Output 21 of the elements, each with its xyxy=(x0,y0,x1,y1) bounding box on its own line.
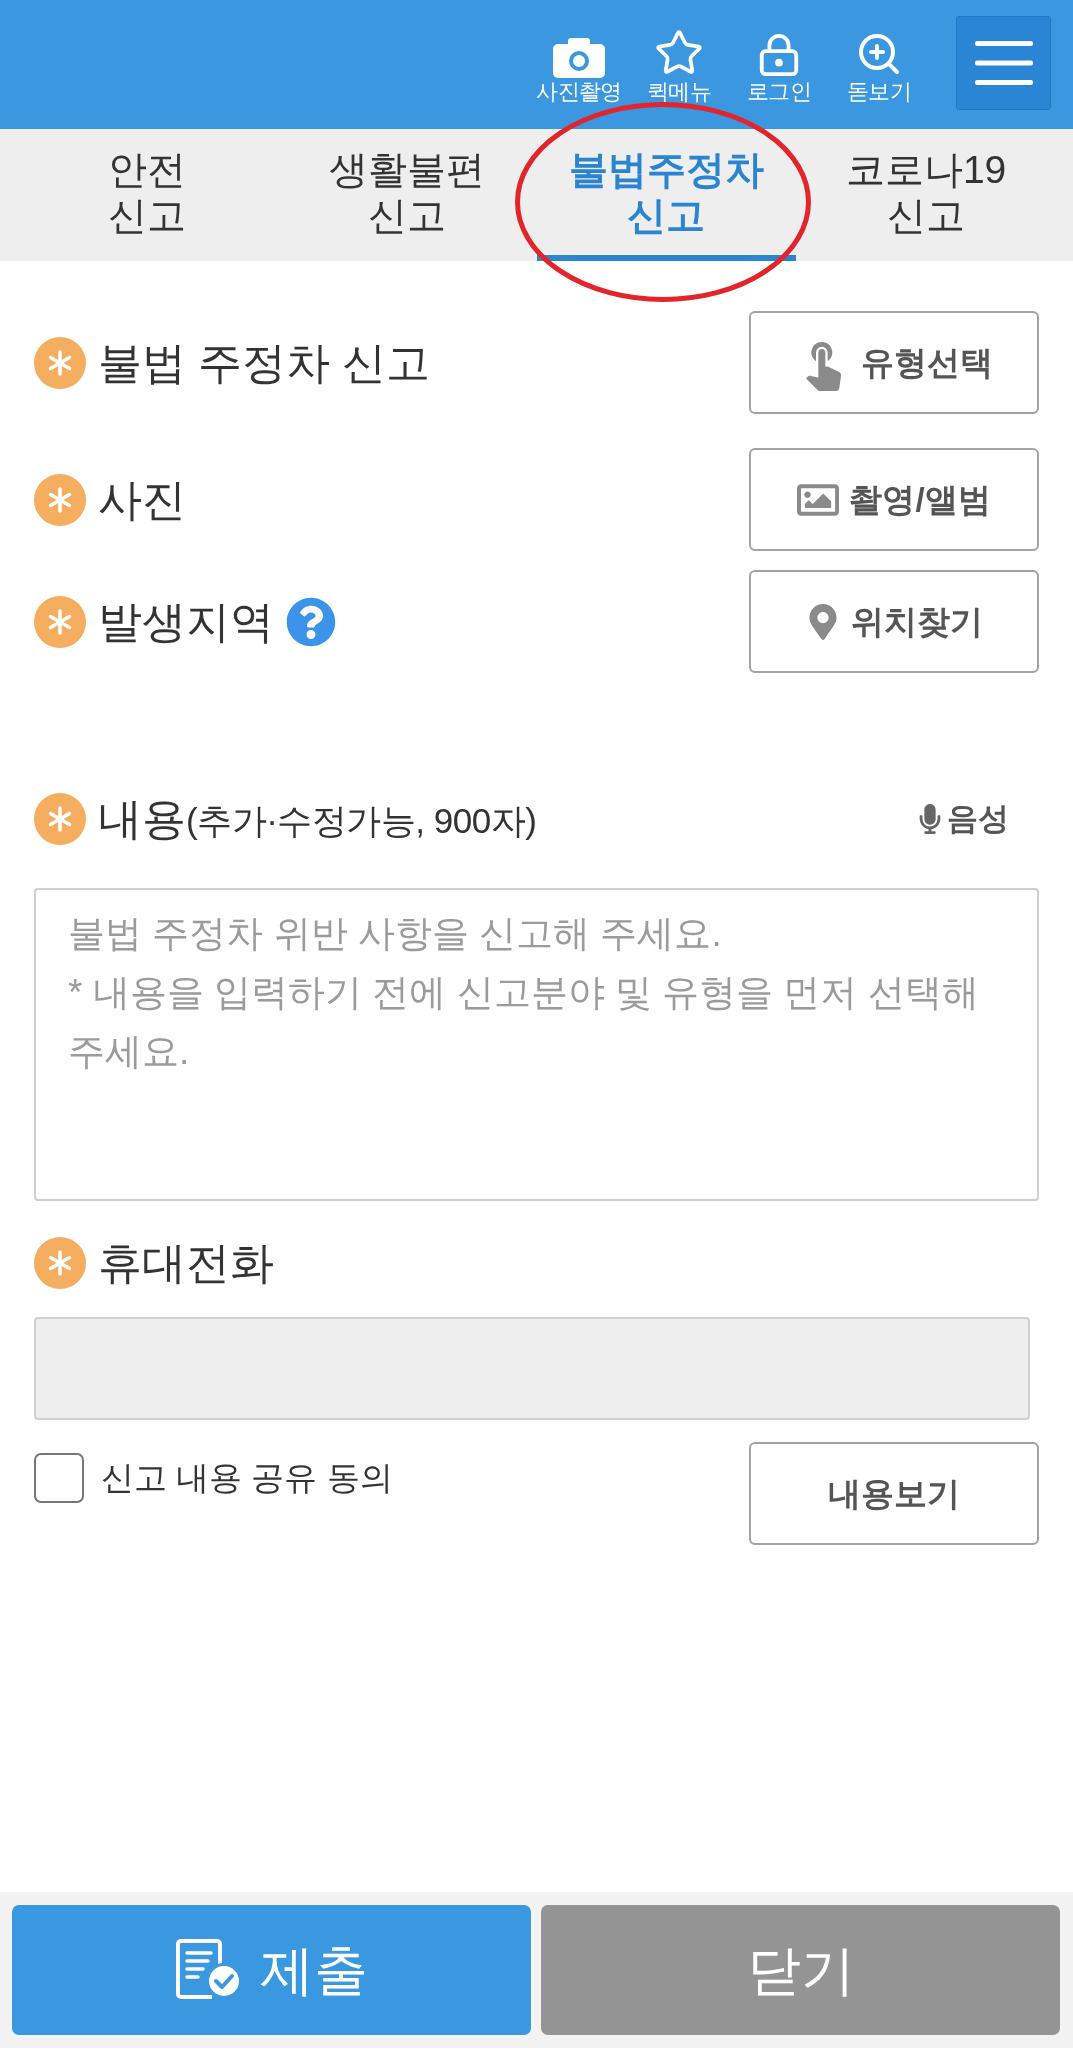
voice-input-button[interactable]: 음성 xyxy=(915,795,1009,843)
field-label: 사진 xyxy=(98,473,186,526)
menu-button[interactable] xyxy=(956,16,1051,110)
tab[interactable]: 안전 신고 xyxy=(17,129,277,261)
menu-icon xyxy=(974,41,1033,85)
content-textarea[interactable]: 불법 주정차 위반 사항을 신고해 주세요. * 내용을 입력하기 전에 신고분야 및 유형을 먼저 선택해 주세요. xyxy=(34,888,1039,1201)
content-note: (추가·수정가능, 900자) xyxy=(186,800,537,842)
consent-checkbox[interactable] xyxy=(34,1453,84,1503)
photo-album-button[interactable]: 촬영/앨범 xyxy=(749,448,1039,551)
view-content-button[interactable]: 내용보기 xyxy=(749,1442,1039,1545)
tab[interactable]: 생활불편 신고 xyxy=(276,129,537,261)
camera-icon xyxy=(553,38,605,78)
content-label: 내용 xyxy=(98,793,186,845)
find-location-button[interactable]: 위치찾기 xyxy=(749,570,1039,673)
consent-label: 신고 내용 공유 동의 xyxy=(101,1458,393,1498)
tab[interactable]: 코로나19 신고 xyxy=(796,129,1056,261)
type-select-button[interactable]: 유형선택 xyxy=(749,311,1039,414)
field-label: 휴대전화 xyxy=(98,1237,274,1289)
help-icon[interactable] xyxy=(286,596,336,647)
field-label: 불법 주정차 신고 xyxy=(98,336,431,389)
field-label: 발생지역 xyxy=(98,595,274,648)
